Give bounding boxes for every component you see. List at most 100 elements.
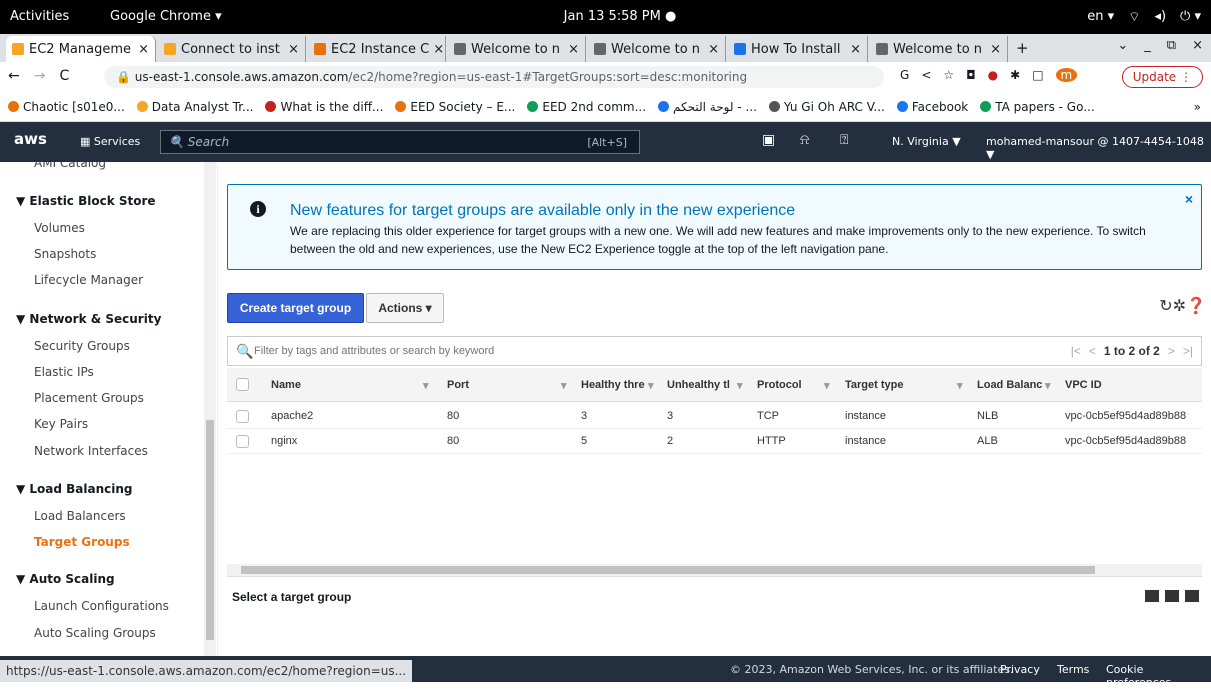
tab-search-icon[interactable]: ⌄: [1117, 38, 1128, 53]
help-icon[interactable]: ⍰: [840, 132, 848, 148]
sidebar-item-load-balancers[interactable]: Load Balancers: [34, 509, 126, 523]
update-button[interactable]: Update ⋮: [1121, 66, 1203, 88]
bookmark-item[interactable]: EED 2nd comm...: [527, 100, 646, 114]
close-window-icon[interactable]: ×: [1192, 38, 1203, 53]
column-header-name[interactable]: Name: [271, 379, 301, 391]
address-bar[interactable]: 🔒 us-east-1.console.aws.amazon.com/ec2/h…: [104, 66, 884, 88]
row-checkbox[interactable]: [236, 435, 249, 448]
next-page-icon[interactable]: >: [1168, 344, 1175, 358]
sidebar-section-load-balancing[interactable]: ▼ Load Balancing: [16, 482, 133, 496]
table-row[interactable]: nginx 80 5 2 HTTP instance ALB vpc-0cb5e…: [227, 430, 1202, 454]
close-tab-icon[interactable]: ×: [564, 42, 579, 57]
bookmark-item[interactable]: TA papers - Go...: [980, 100, 1095, 114]
sidebar-section-elastic-block-store[interactable]: ▼ Elastic Block Store: [16, 194, 156, 208]
sidebar-item-lifecycle-manager[interactable]: Lifecycle Manager: [34, 273, 143, 287]
sidebar-item-snapshots[interactable]: Snapshots: [34, 247, 96, 261]
tab-welcome-2[interactable]: Welcome to n ×: [588, 36, 726, 62]
scrollbar-thumb[interactable]: [241, 566, 1095, 574]
tab-how-to-install[interactable]: How To Install ×: [728, 36, 868, 62]
column-header-load-balancer[interactable]: Load Balanc: [977, 379, 1042, 391]
aws-logo[interactable]: aws: [14, 130, 47, 148]
sidebar-item-security-groups[interactable]: Security Groups: [34, 339, 130, 353]
app-menu[interactable]: Google Chrome ▾: [110, 9, 222, 24]
column-header-healthy-threshold[interactable]: Healthy thre: [581, 379, 645, 391]
google-icon[interactable]: G: [900, 68, 909, 82]
tab-ec2-management[interactable]: EC2 Manageme ×: [6, 36, 156, 62]
column-header-vpc-id[interactable]: VPC ID: [1065, 379, 1102, 391]
sidebar-item-launch-configurations[interactable]: Launch Configurations: [34, 599, 169, 613]
sidebar-section-network-security[interactable]: ▼ Network & Security: [16, 312, 161, 326]
sidebar-item-elastic-ips[interactable]: Elastic IPs: [34, 365, 94, 379]
bookmark-star-icon[interactable]: ☆: [943, 68, 954, 82]
previous-page-icon[interactable]: <: [1089, 344, 1096, 358]
sort-arrow-icon[interactable]: ▾: [423, 379, 429, 392]
column-header-unhealthy-threshold[interactable]: Unhealthy tl: [667, 379, 730, 391]
system-tray[interactable]: en ▾ ⌔ ◂) ⏻ ▾: [1087, 9, 1201, 25]
scrollbar-thumb[interactable]: [206, 420, 214, 640]
close-tab-icon[interactable]: ×: [846, 42, 861, 57]
sidebar-item-volumes[interactable]: Volumes: [34, 221, 85, 235]
close-tab-icon[interactable]: ×: [134, 42, 149, 57]
minimize-icon[interactable]: _: [1144, 38, 1151, 53]
cookie-preferences-link[interactable]: Cookie preferences: [1106, 663, 1211, 689]
sidebar-item-network-interfaces[interactable]: Network Interfaces: [34, 444, 148, 458]
services-menu-button[interactable]: ▦ Services: [80, 135, 140, 148]
sort-arrow-icon[interactable]: ▾: [737, 379, 743, 392]
actions-dropdown-button[interactable]: Actions ▾: [366, 293, 444, 323]
privacy-link[interactable]: Privacy: [1000, 663, 1040, 676]
tab-welcome-1[interactable]: Welcome to n ×: [448, 36, 586, 62]
tab-welcome-3[interactable]: Welcome to n ×: [870, 36, 1008, 62]
pane-bottom-icon[interactable]: [1145, 590, 1159, 602]
sidebar-item-ami-catalog[interactable]: AMI Catalog: [34, 162, 106, 170]
bookmark-item[interactable]: What is the diff...: [265, 100, 383, 114]
close-icon[interactable]: ×: [1185, 191, 1193, 207]
notifications-bell-icon[interactable]: ⍾: [800, 132, 809, 148]
last-page-icon[interactable]: >|: [1183, 344, 1193, 358]
sidebar-scrollbar[interactable]: [204, 162, 216, 656]
table-horizontal-scrollbar[interactable]: [227, 564, 1202, 576]
terms-link[interactable]: Terms: [1057, 663, 1089, 676]
back-icon[interactable]: ←: [8, 68, 20, 84]
column-header-protocol[interactable]: Protocol: [757, 379, 802, 391]
bookmark-item[interactable]: Yu Gi Oh ARC V...: [768, 100, 885, 114]
bookmark-item[interactable]: لوحة التحكم - ...: [658, 100, 757, 114]
share-icon[interactable]: <: [921, 68, 931, 82]
extension-icon[interactable]: ●: [988, 68, 998, 82]
sidebar-section-auto-scaling[interactable]: ▼ Auto Scaling: [16, 572, 115, 586]
sort-arrow-icon[interactable]: ▾: [648, 379, 654, 392]
tab-ec2-instance[interactable]: EC2 Instance C ×: [308, 36, 446, 62]
bookmark-item[interactable]: EED Society – E...: [395, 100, 515, 114]
sidebar-item-target-groups[interactable]: Target Groups: [34, 535, 130, 549]
activities-button[interactable]: Activities: [10, 9, 69, 24]
select-all-checkbox[interactable]: [236, 378, 249, 391]
maximize-icon[interactable]: ⧉: [1167, 38, 1176, 53]
bookmark-item[interactable]: Facebook: [896, 100, 968, 114]
cloudshell-icon[interactable]: ▣: [762, 132, 775, 148]
sidebar-item-placement-groups[interactable]: Placement Groups: [34, 391, 144, 405]
sort-arrow-icon[interactable]: ▾: [561, 379, 567, 392]
reload-icon[interactable]: C: [59, 68, 69, 84]
power-icon[interactable]: ⏻ ▾: [1180, 9, 1201, 25]
first-page-icon[interactable]: |<: [1071, 344, 1081, 358]
pane-top-icon[interactable]: [1185, 590, 1199, 602]
column-header-port[interactable]: Port: [447, 379, 469, 391]
new-tab-button[interactable]: +: [1016, 39, 1029, 57]
row-checkbox[interactable]: [236, 410, 249, 423]
side-panel-icon[interactable]: □: [1032, 68, 1043, 82]
close-tab-icon[interactable]: ×: [284, 42, 299, 57]
table-row[interactable]: apache2 80 3 3 TCP instance NLB vpc-0cb5…: [227, 405, 1202, 429]
pane-splitter[interactable]: [227, 576, 1202, 586]
forward-icon[interactable]: →: [34, 68, 46, 84]
close-tab-icon[interactable]: ×: [429, 42, 444, 57]
create-target-group-button[interactable]: Create target group: [227, 293, 364, 323]
language-indicator[interactable]: en ▾: [1087, 9, 1114, 25]
bookmark-item[interactable]: Data Analyst Tr...: [136, 100, 253, 114]
region-selector[interactable]: N. Virginia ▼: [892, 135, 961, 148]
sort-arrow-icon[interactable]: ▾: [824, 379, 830, 392]
extension-icon[interactable]: ◘: [966, 68, 976, 82]
sidebar-item-auto-scaling-groups[interactable]: Auto Scaling Groups: [34, 626, 156, 640]
clock[interactable]: Jan 13 5:58 PM ●: [540, 9, 700, 24]
tab-connect[interactable]: Connect to inst ×: [158, 36, 306, 62]
more-bookmarks-button[interactable]: »: [1194, 100, 1201, 114]
column-header-target-type[interactable]: Target type: [845, 379, 903, 391]
